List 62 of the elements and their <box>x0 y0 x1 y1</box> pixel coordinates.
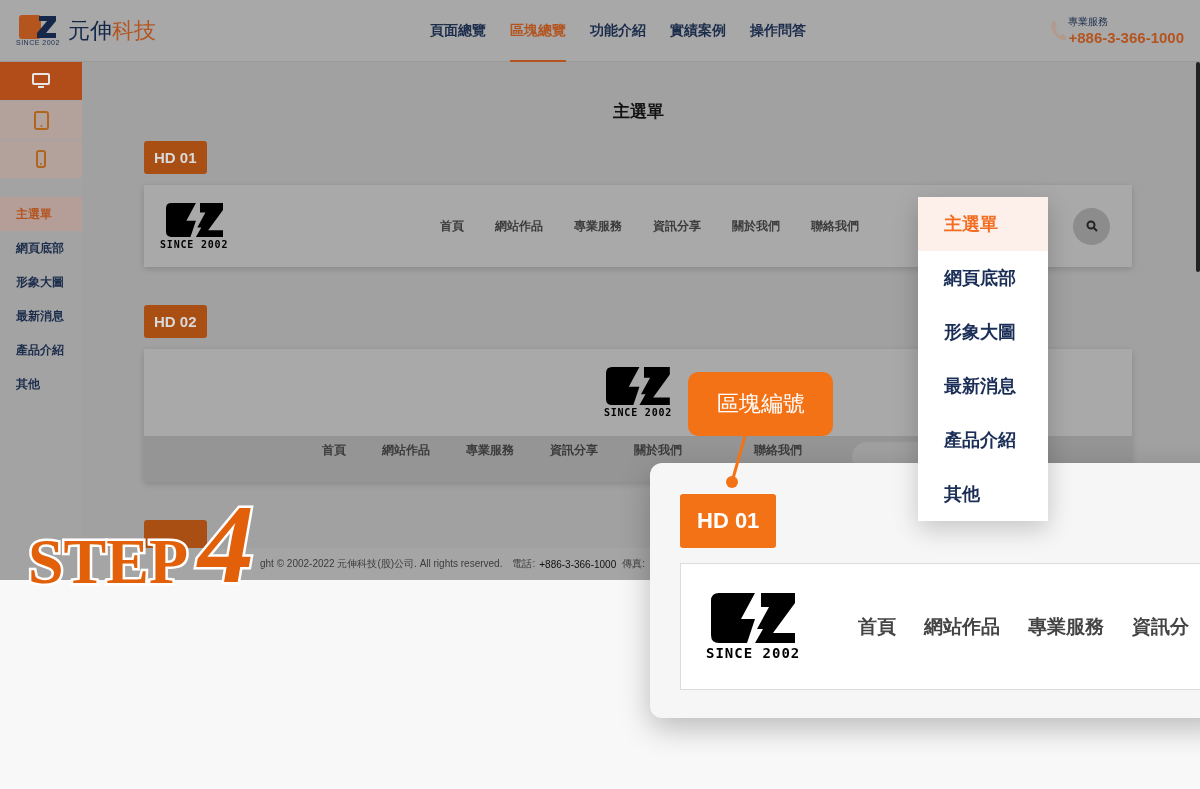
logo-text: SINCE 2002 <box>603 407 673 418</box>
menu-link[interactable]: 首頁 <box>440 217 465 235</box>
tablet-icon <box>33 110 49 130</box>
menu-link[interactable]: 網站作品 <box>495 217 544 235</box>
menu-link[interactable]: 首頁 <box>858 613 897 640</box>
brand-name: 元伸科技 <box>67 16 156 45</box>
menu-link[interactable]: 關於我們 <box>732 217 781 235</box>
logo-icon <box>606 367 670 405</box>
menu-link[interactable]: 網站作品 <box>382 442 430 459</box>
sidebar-item[interactable]: 網頁底部 <box>0 231 82 265</box>
step-number: 4 <box>198 488 255 600</box>
menu-link[interactable]: 資訊分享 <box>653 217 702 235</box>
fax-text: 傳真: <box>622 557 646 571</box>
nav-tab[interactable]: 頁面總覽 <box>429 0 486 62</box>
menu-item[interactable]: 其他 <box>918 467 1048 521</box>
menu-link[interactable]: 聯絡我們 <box>754 442 802 459</box>
search-icon <box>1085 220 1098 232</box>
menu-link[interactable]: 專業服務 <box>574 217 623 235</box>
logo-icon <box>711 592 796 643</box>
scrollbar-thumb[interactable] <box>1196 62 1200 272</box>
menu-item[interactable]: 形象大圖 <box>918 305 1048 359</box>
logo-icon <box>18 15 57 39</box>
sidebar-item[interactable]: 其他 <box>0 367 82 401</box>
nav-tab[interactable]: 操作問答 <box>749 0 806 62</box>
logo-text: SINCE 2002 <box>706 644 801 661</box>
device-tab[interactable] <box>0 62 82 100</box>
search-button[interactable] <box>1073 207 1111 245</box>
contact-label: 專業服務 <box>1068 15 1110 29</box>
menu-link[interactable]: 首頁 <box>322 442 346 459</box>
menu-item[interactable]: 網頁底部 <box>918 251 1048 305</box>
nav-tab[interactable]: 功能介紹 <box>589 0 646 62</box>
menu-link[interactable]: 專業服務 <box>466 442 514 459</box>
leader-line <box>726 436 747 488</box>
section-title: 主選單 <box>612 101 664 123</box>
block-number-badge: HD 02 <box>144 305 207 338</box>
menu-link[interactable]: 聯絡我們 <box>811 217 860 235</box>
callout-bubble: 區塊編號 <box>688 372 833 436</box>
logo-icon <box>165 202 223 237</box>
menu-link[interactable]: 關於我們 <box>634 442 682 459</box>
sidebar-item[interactable]: 產品介紹 <box>0 333 82 367</box>
menu-link[interactable]: 資訊分享 <box>550 442 598 459</box>
phone-icon <box>36 150 46 168</box>
sidebar-item[interactable]: 最新消息 <box>0 299 82 333</box>
menu-item[interactable]: 產品介紹 <box>918 413 1048 467</box>
phone-number: +886-3-366-1000 <box>1068 29 1184 46</box>
device-tab[interactable] <box>0 101 82 139</box>
step-label: STEP <box>28 530 189 599</box>
block-number-badge: HD 01 <box>680 494 777 548</box>
monitor-icon <box>32 73 50 89</box>
device-tab[interactable] <box>0 140 82 178</box>
menu-item[interactable]: 最新消息 <box>918 359 1048 413</box>
menu-link[interactable]: 專業服務 <box>1028 613 1105 640</box>
sidebar-item[interactable]: 形象大圖 <box>0 265 82 299</box>
logo-text: SINCE 2002 <box>160 238 229 250</box>
phone-icon <box>1050 19 1069 42</box>
menu-link[interactable]: 資訊分 <box>1132 613 1190 640</box>
phone-label: 電話: <box>512 557 536 571</box>
nav-tab[interactable]: 實績案例 <box>669 0 726 62</box>
block-number-badge: HD 01 <box>144 141 207 174</box>
copyright-text: ght © 2002-2022 元伸科技(股)公司. All rights reserved. <box>260 557 503 571</box>
menu-link[interactable]: 網站作品 <box>924 613 1001 640</box>
phone-number: +886-3-366-1000 <box>539 558 617 570</box>
